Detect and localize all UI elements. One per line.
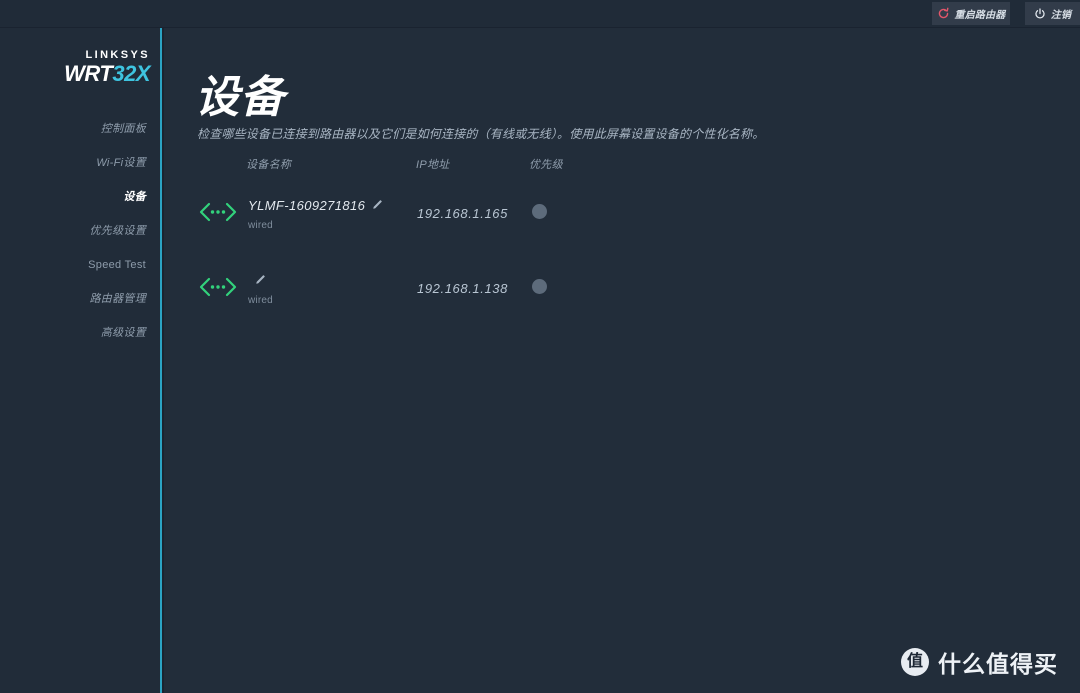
reboot-router-label: 重启路由器 bbox=[954, 10, 1006, 21]
device-ip-address: 192.168.1.138 bbox=[417, 281, 508, 296]
logo-brand: LINKSYS bbox=[85, 49, 150, 61]
sidebar-item-router-management[interactable]: 路由器管理 bbox=[0, 282, 146, 316]
column-header-priority: 优先级 bbox=[529, 159, 563, 171]
priority-toggle-dot[interactable] bbox=[532, 204, 547, 219]
main-content: 设备 检查哪些设备已连接到路由器以及它们是如何连接的（有线或无线）。使用此屏幕设… bbox=[164, 27, 1080, 693]
device-info: wired bbox=[248, 271, 418, 306]
sidebar-nav: 控制面板 Wi-Fi设置 设备 优先级设置 Speed Test 路由器管理 高… bbox=[0, 112, 146, 350]
sidebar-item-advanced-settings[interactable]: 高级设置 bbox=[0, 316, 146, 350]
page-title: 设备 bbox=[195, 73, 285, 123]
linksys-wrt32x-logo: LINKSYS WRT32X bbox=[64, 49, 150, 86]
device-name-row bbox=[248, 271, 418, 289]
sidebar-item-dashboard[interactable]: 控制面板 bbox=[0, 112, 146, 146]
top-bar: 重启路由器 注销 bbox=[0, 0, 1080, 28]
device-info: YLMF-1609271816 wired bbox=[248, 196, 418, 231]
priority-toggle-dot[interactable] bbox=[532, 279, 547, 294]
reboot-router-button[interactable]: 重启路由器 bbox=[932, 2, 1010, 25]
logo-model-accent: 32X bbox=[112, 61, 150, 86]
sidebar-item-priority-settings[interactable]: 优先级设置 bbox=[0, 214, 146, 248]
logout-label: 注销 bbox=[1050, 10, 1072, 21]
column-header-ip-address: IP地址 bbox=[416, 159, 450, 171]
ethernet-chevrons-icon bbox=[198, 200, 238, 224]
ethernet-chevrons-icon bbox=[198, 275, 238, 299]
watermark-logo-badge: 值 bbox=[901, 648, 929, 676]
pencil-icon[interactable] bbox=[371, 199, 383, 211]
logout-button[interactable]: 注销 bbox=[1025, 2, 1080, 25]
table-row: wired 192.168.1.138 bbox=[164, 253, 1080, 328]
watermark: 值 什么值得买 bbox=[901, 645, 1058, 679]
table-header-row: 设备名称 IP地址 优先级 bbox=[164, 152, 1080, 178]
logo-model: WRT32X bbox=[64, 62, 150, 86]
device-ip-address: 192.168.1.165 bbox=[417, 206, 508, 221]
sidebar-item-wifi-settings[interactable]: Wi-Fi设置 bbox=[0, 146, 146, 180]
column-header-device-name: 设备名称 bbox=[246, 159, 292, 171]
sidebar-item-speed-test[interactable]: Speed Test bbox=[0, 248, 146, 282]
sidebar-item-devices[interactable]: 设备 bbox=[0, 180, 146, 214]
device-name: YLMF-1609271816 bbox=[248, 197, 366, 213]
table-row: YLMF-1609271816 wired 192.168.1.165 bbox=[164, 178, 1080, 253]
power-icon bbox=[1034, 7, 1046, 20]
page-description: 检查哪些设备已连接到路由器以及它们是如何连接的（有线或无线）。使用此屏幕设置设备… bbox=[197, 127, 765, 141]
device-connection-type: wired bbox=[248, 220, 273, 231]
sidebar: LINKSYS WRT32X 控制面板 Wi-Fi设置 设备 优先级设置 Spe… bbox=[0, 27, 162, 693]
device-name-row: YLMF-1609271816 bbox=[248, 196, 418, 214]
reboot-arrow-icon bbox=[937, 7, 950, 20]
logo-model-main: WRT bbox=[64, 61, 113, 86]
device-connection-type: wired bbox=[248, 295, 273, 306]
devices-table: 设备名称 IP地址 优先级 YLMF-1609271816 wired 192.… bbox=[164, 152, 1080, 328]
pencil-icon[interactable] bbox=[254, 274, 266, 286]
watermark-text: 什么值得买 bbox=[938, 651, 1058, 677]
